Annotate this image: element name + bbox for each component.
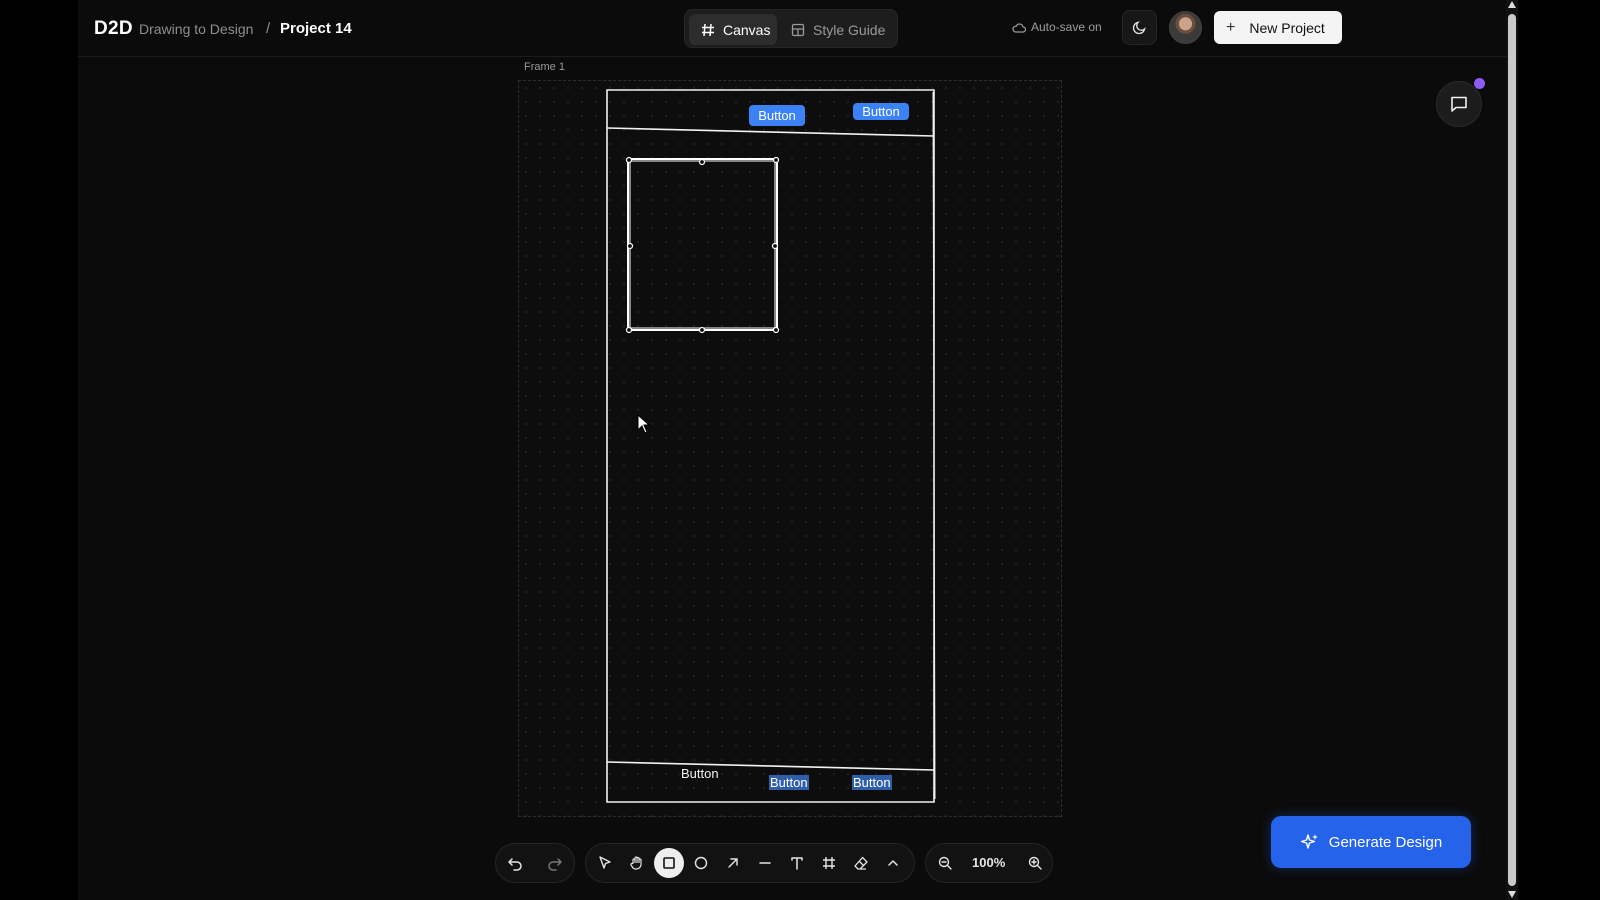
chevron-up-icon	[888, 860, 898, 866]
ellipse-tool-button[interactable]	[686, 848, 716, 878]
hash-icon	[702, 23, 714, 36]
hand-icon	[630, 856, 642, 870]
tab-style-guide[interactable]: Style Guide	[781, 14, 893, 45]
vertical-scrollbar[interactable]	[1506, 0, 1518, 900]
text-icon	[791, 857, 803, 870]
arrow-icon	[728, 858, 738, 868]
new-project-label: New Project	[1249, 19, 1325, 36]
hand-tool-button[interactable]	[622, 848, 652, 878]
breadcrumb-separator: /	[266, 20, 271, 37]
notification-dot	[1474, 78, 1485, 89]
undo-button[interactable]	[500, 848, 530, 878]
tab-canvas[interactable]: Canvas	[689, 14, 777, 45]
undo-icon	[508, 858, 522, 871]
message-icon	[1451, 96, 1467, 112]
sketch-button-bottom-3[interactable]: Button	[852, 775, 892, 790]
zoom-level: 100%	[972, 855, 1006, 870]
pointer-icon	[599, 856, 611, 869]
selected-rectangle	[627, 158, 778, 331]
square-icon	[663, 857, 675, 869]
eraser-tool-button[interactable]	[846, 848, 876, 878]
view-tabs: Canvas Style Guide	[684, 9, 898, 48]
generate-design-label: Generate Design	[1328, 833, 1443, 851]
zoom-in-icon	[1028, 856, 1042, 870]
app-name: Drawing to Design	[139, 21, 254, 37]
brand-logo[interactable]: D2D	[94, 18, 133, 40]
new-project-button[interactable]: + New Project	[1214, 11, 1342, 44]
autosave-label: Auto-save on	[1031, 20, 1102, 34]
tab-style-guide-label: Style Guide	[813, 21, 886, 38]
user-avatar[interactable]	[1169, 11, 1202, 44]
scroll-thumb[interactable]	[1508, 14, 1516, 886]
frame-icon	[823, 857, 835, 869]
circle-icon	[694, 856, 708, 870]
autosave-status: Auto-save on	[1012, 20, 1102, 34]
phone-outline	[606, 89, 936, 803]
tools-toolbar	[585, 843, 915, 883]
eraser-icon	[854, 856, 868, 870]
top-bar: D2D Drawing to Design / Project 14 Canva…	[78, 0, 1506, 57]
arrow-tool-button[interactable]	[718, 848, 748, 878]
zoom-toolbar: 100%	[925, 843, 1053, 883]
frame-tool-button[interactable]	[814, 848, 844, 878]
frame-label: Frame 1	[524, 61, 565, 73]
layout-icon	[791, 23, 805, 36]
history-toolbar	[495, 843, 575, 883]
text-tool-button[interactable]	[782, 848, 812, 878]
mouse-cursor-icon	[637, 414, 651, 434]
plus-icon: +	[1226, 18, 1236, 36]
more-tools-button[interactable]	[878, 848, 908, 878]
select-tool-button[interactable]	[590, 848, 620, 878]
redo-icon	[548, 858, 562, 871]
cloud-icon	[1012, 22, 1026, 33]
app-window: D2D Drawing to Design / Project 14 Canva…	[78, 0, 1506, 900]
sketch-button-top-1[interactable]: Button	[749, 105, 805, 126]
comments-button[interactable]	[1436, 81, 1482, 127]
sketch-button-bottom-1[interactable]: Button	[681, 766, 719, 781]
scroll-up-icon[interactable]	[1508, 1, 1516, 8]
zoom-out-button[interactable]	[930, 848, 960, 878]
generate-design-button[interactable]: Generate Design	[1271, 816, 1471, 868]
wireframe-sketch[interactable]	[519, 81, 1063, 818]
tab-canvas-label: Canvas	[723, 21, 771, 38]
drawing-frame[interactable]: Button Button Button Button Button	[518, 80, 1062, 817]
redo-button[interactable]	[540, 848, 570, 878]
theme-toggle-button[interactable]	[1122, 10, 1157, 45]
moon-icon	[1132, 21, 1146, 35]
project-title[interactable]: Project 14	[280, 20, 352, 37]
zoom-out-icon	[938, 856, 952, 870]
line-tool-button[interactable]	[750, 848, 780, 878]
rectangle-tool-button[interactable]	[654, 848, 684, 878]
line-icon	[759, 862, 771, 864]
sketch-button-top-2[interactable]: Button	[853, 103, 909, 120]
scroll-down-icon[interactable]	[1508, 891, 1516, 898]
zoom-in-button[interactable]	[1020, 848, 1050, 878]
sketch-button-bottom-2[interactable]: Button	[769, 775, 809, 790]
selection-handles	[625, 156, 780, 334]
sparkles-icon	[1300, 834, 1318, 849]
